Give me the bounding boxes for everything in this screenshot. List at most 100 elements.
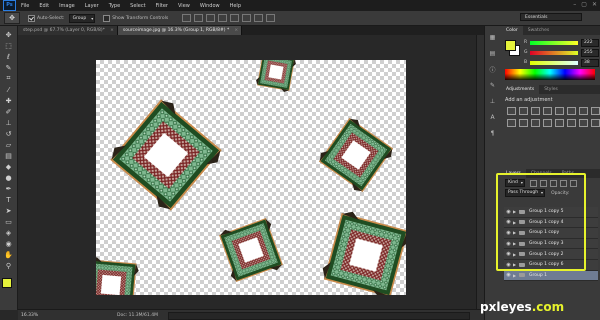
show-transform-checkbox[interactable] — [103, 14, 111, 22]
maximize-button[interactable]: ▢ — [581, 1, 587, 8]
green-channel-row: G 255 — [524, 48, 599, 57]
info-panel-icon[interactable]: ⓘ — [488, 66, 497, 74]
eyedropper-tool-icon[interactable]: ⁄ — [3, 85, 14, 94]
foreground-color-swatch[interactable] — [2, 278, 12, 288]
curves-icon[interactable] — [531, 107, 540, 115]
align-top-icon[interactable] — [182, 14, 192, 22]
auto-select-dropdown[interactable]: Group — [68, 13, 96, 23]
lasso-tool-icon[interactable]: ℓ — [3, 52, 14, 61]
3d-tool-icon[interactable]: ◈ — [3, 228, 14, 237]
marquee-tool-icon[interactable]: ⬚ — [3, 41, 14, 50]
dodge-tool-icon[interactable]: ● — [3, 173, 14, 182]
posterize-icon[interactable] — [555, 119, 564, 127]
menu-edit[interactable]: Edit — [39, 3, 49, 9]
photo-filter-icon[interactable] — [507, 119, 516, 127]
hand-tool-icon[interactable]: ✋ — [3, 250, 14, 259]
align-middle-icon[interactable] — [194, 14, 204, 22]
character-panel-icon[interactable]: A — [488, 114, 497, 121]
eraser-tool-icon[interactable]: ▱ — [3, 140, 14, 149]
invert-icon[interactable] — [543, 119, 552, 127]
menu-view[interactable]: View — [178, 3, 190, 9]
menu-filter[interactable]: Filter — [156, 3, 168, 9]
menu-help[interactable]: Help — [230, 3, 241, 9]
workspace-dropdown[interactable]: Essentials — [520, 13, 582, 21]
doc-tab-step[interactable]: step.psd @ 67.7% (Layer 0, RGB/8)* × — [18, 26, 118, 35]
tile-left-large — [102, 91, 230, 219]
tab-color[interactable]: Color — [501, 26, 523, 35]
move-tool-icon[interactable]: ✥ — [3, 30, 14, 39]
tab-swatches[interactable]: Swatches — [523, 26, 555, 35]
align-right-icon[interactable] — [242, 14, 252, 22]
red-value-input[interactable]: 222 — [581, 38, 599, 47]
channel-mixer-icon[interactable] — [519, 119, 528, 127]
brush-tool-icon[interactable]: ✐ — [3, 107, 14, 116]
blue-value-input[interactable]: 38 — [581, 58, 599, 67]
vibrance-icon[interactable] — [555, 107, 564, 115]
exposure-icon[interactable] — [543, 107, 552, 115]
shape-tool-icon[interactable]: ▭ — [3, 217, 14, 226]
color-lookup-icon[interactable] — [531, 119, 540, 127]
menu-layer[interactable]: Layer — [85, 3, 99, 9]
close-button[interactable]: ✕ — [592, 1, 597, 8]
move-tool-preset-icon[interactable]: ✥ — [4, 12, 20, 24]
paragraph-panel-icon[interactable]: ¶ — [488, 130, 497, 137]
distribute-icon[interactable] — [254, 14, 264, 22]
distribute-middle-icon[interactable] — [266, 14, 276, 22]
clone-source-panel-icon[interactable]: ⊥ — [488, 98, 497, 105]
document-canvas[interactable] — [96, 60, 406, 295]
3d-camera-tool-icon[interactable]: ◉ — [3, 239, 14, 248]
foreground-color-swatch[interactable] — [505, 40, 516, 51]
tab-styles[interactable]: Styles — [539, 85, 563, 94]
quick-select-tool-icon[interactable]: ✎ — [3, 63, 14, 72]
black-white-icon[interactable] — [591, 107, 600, 115]
vertical-scrollbar[interactable] — [476, 35, 484, 309]
type-tool-icon[interactable]: T — [3, 195, 14, 204]
eye-icon[interactable]: ◉ — [504, 272, 513, 278]
auto-select-checkbox[interactable] — [28, 14, 35, 22]
threshold-icon[interactable] — [567, 119, 576, 127]
close-tab-icon[interactable]: × — [234, 26, 238, 35]
color-spectrum[interactable] — [505, 69, 595, 80]
layer-row-selected[interactable]: ◉ ▶ Group 1 — [504, 270, 598, 282]
foreground-background-colors[interactable] — [2, 278, 16, 292]
healing-tool-icon[interactable]: ✚ — [3, 96, 14, 105]
levels-icon[interactable] — [519, 107, 528, 115]
zoom-level[interactable]: 16.33% — [18, 313, 47, 318]
brightness-contrast-icon[interactable] — [507, 107, 516, 115]
history-panel-icon[interactable]: ▦ — [488, 34, 497, 41]
history-brush-tool-icon[interactable]: ↺ — [3, 129, 14, 138]
doc-tab-sourceimage[interactable]: sourceimage.jpg @ 16.3% (Group 1, RGB/8#… — [117, 26, 243, 35]
minimize-button[interactable]: – — [573, 1, 576, 8]
align-left-icon[interactable] — [218, 14, 228, 22]
pen-tool-icon[interactable]: ✒ — [3, 184, 14, 193]
blue-slider[interactable] — [530, 60, 578, 65]
green-slider[interactable] — [530, 50, 578, 55]
document-info[interactable]: Doc: 11.3M/61.4M — [117, 313, 158, 318]
brush-panel-icon[interactable]: ✎ — [488, 82, 497, 89]
highlight-annotation-box — [496, 173, 586, 271]
tab-adjustments[interactable]: Adjustments — [501, 85, 540, 94]
align-center-icon[interactable] — [230, 14, 240, 22]
green-value-input[interactable]: 255 — [581, 48, 599, 57]
red-slider[interactable] — [530, 40, 578, 45]
menu-image[interactable]: Image — [59, 3, 75, 9]
path-selection-tool-icon[interactable]: ➤ — [3, 206, 14, 215]
properties-panel-icon[interactable]: ▤ — [488, 50, 497, 57]
tile-bottom-right — [318, 207, 406, 295]
align-bottom-icon[interactable] — [206, 14, 216, 22]
menu-select[interactable]: Select — [130, 3, 145, 9]
close-tab-icon[interactable]: × — [110, 26, 114, 35]
gradient-map-icon[interactable] — [579, 119, 588, 127]
menu-type[interactable]: Type — [109, 3, 120, 9]
menu-file[interactable]: File — [21, 3, 29, 9]
zoom-tool-icon[interactable]: ⚲ — [3, 261, 14, 270]
color-balance-icon[interactable] — [579, 107, 588, 115]
gradient-tool-icon[interactable]: ▤ — [3, 151, 14, 160]
blur-tool-icon[interactable]: ◆ — [3, 162, 14, 171]
menu-window[interactable]: Window — [200, 3, 220, 9]
horizontal-scrollbar[interactable] — [168, 312, 470, 320]
hue-saturation-icon[interactable] — [567, 107, 576, 115]
clone-stamp-tool-icon[interactable]: ⊥ — [3, 118, 14, 127]
crop-tool-icon[interactable]: ⌗ — [3, 74, 14, 83]
selective-color-icon[interactable] — [591, 119, 600, 127]
